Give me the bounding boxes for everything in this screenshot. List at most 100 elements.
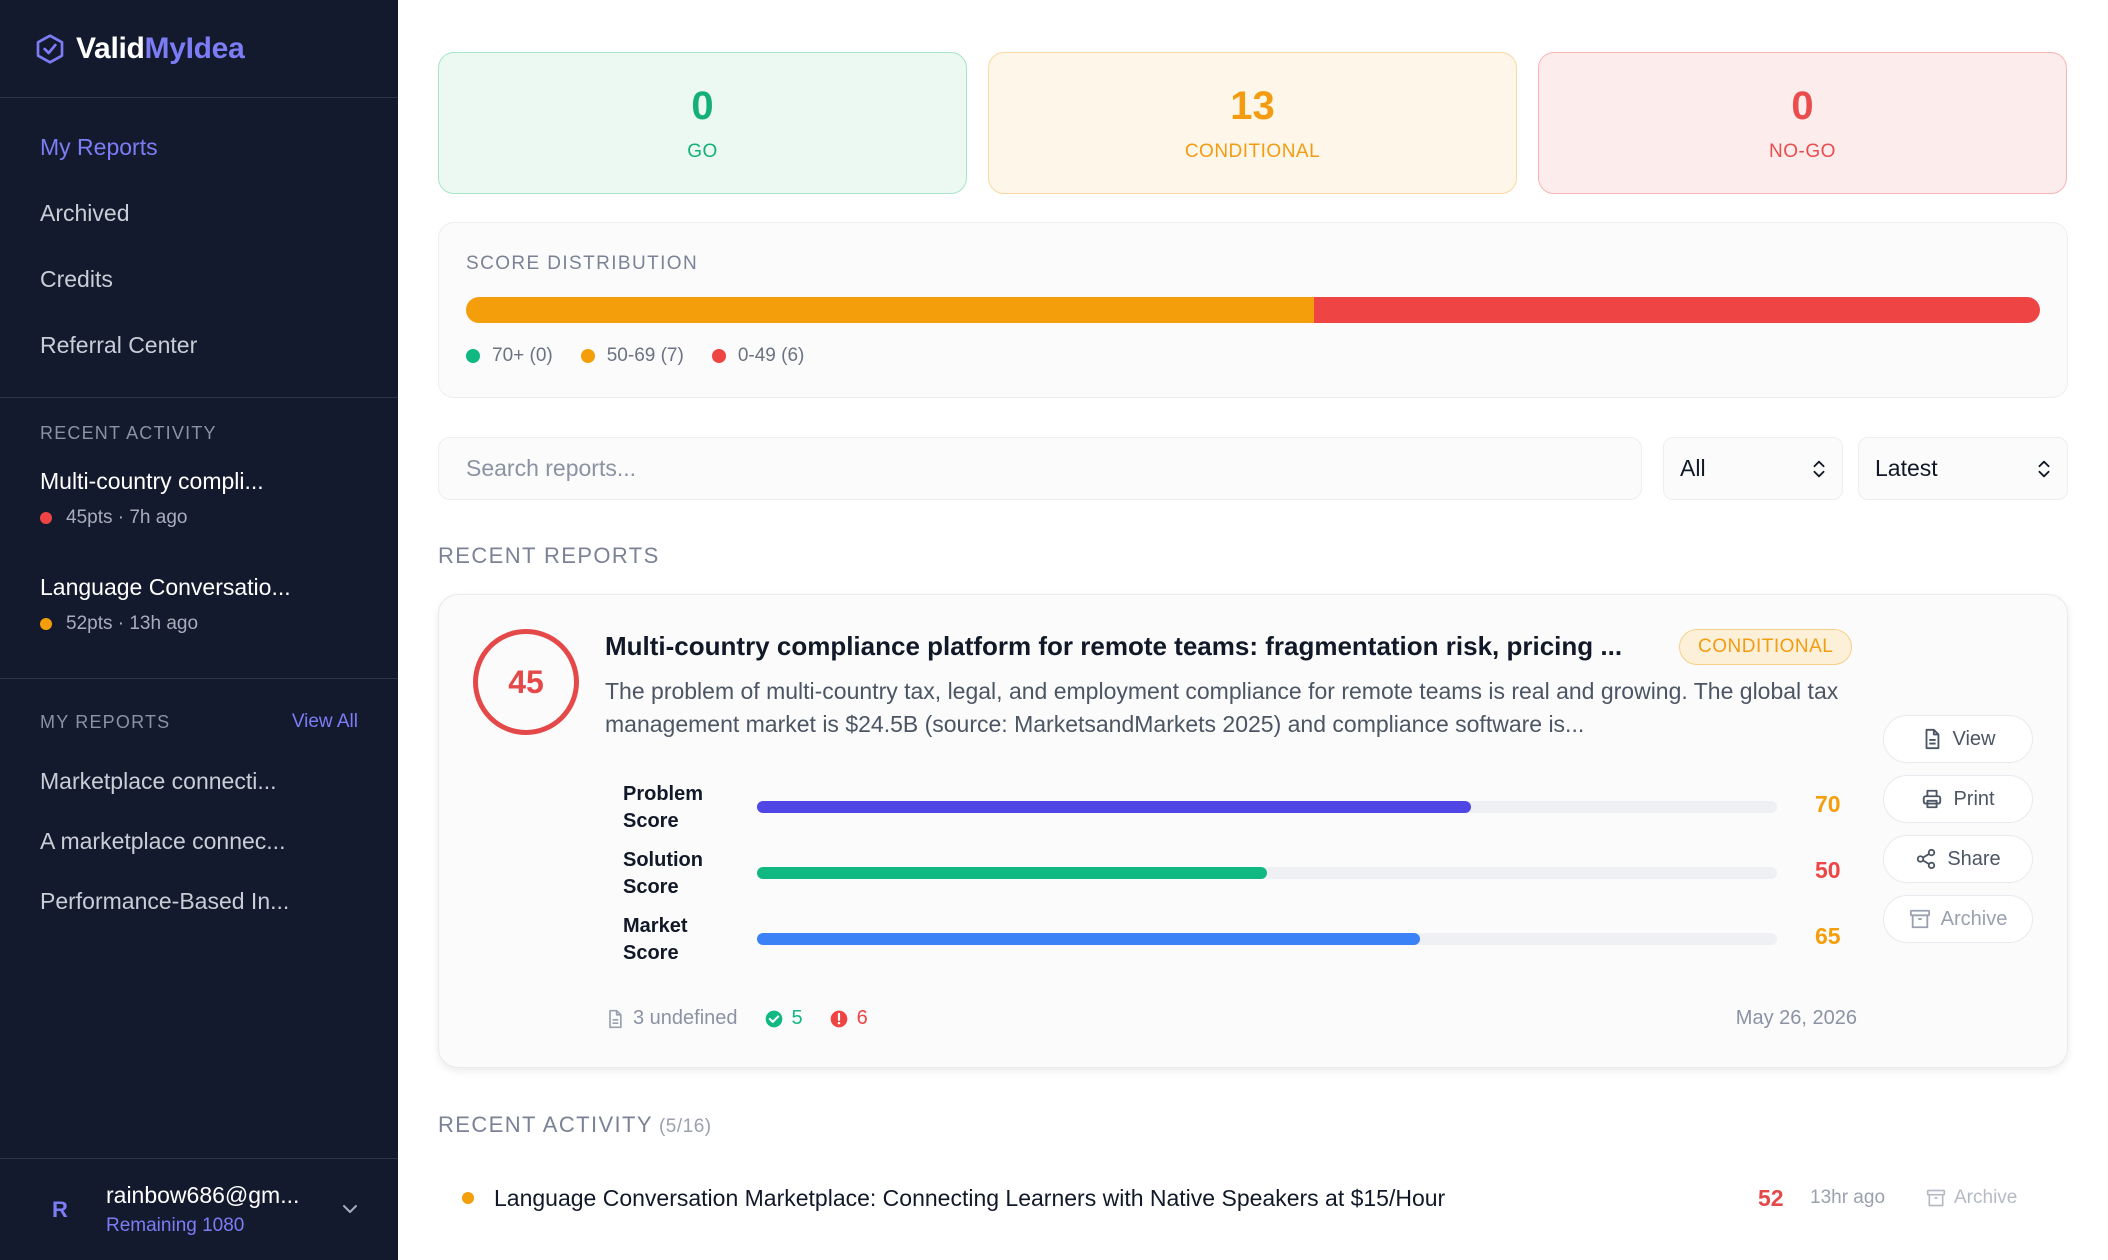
metric-market-score: Market Score 65 [623, 913, 1853, 973]
status-filter-select[interactable]: All [1663, 437, 1843, 500]
legend-item: 0-49 (6) [711, 345, 805, 367]
sidebar-my-reports: MY REPORTS View All Marketplace connecti… [0, 679, 398, 931]
nav-item-my-reports[interactable]: My Reports [0, 114, 398, 180]
report-card[interactable]: 45 Multi-country compliance platform for… [438, 594, 2068, 1068]
metric-bar [757, 933, 1420, 945]
view-button[interactable]: View [1883, 715, 2033, 763]
sidebar-recent-activity-header: RECENT ACTIVITY [0, 404, 398, 462]
activity-score: 52 [1758, 1184, 1784, 1211]
view-all-link[interactable]: View All [292, 711, 358, 733]
legend-item: 50-69 (7) [580, 345, 684, 367]
nav-item-archived[interactable]: Archived [0, 180, 398, 246]
score-distribution-legend: 70+ (0) 50-69 (7) 0-49 (6) [466, 345, 832, 367]
sidebar-activity-item[interactable]: Language Conversatio... 52pts · 13h ago [0, 568, 398, 674]
user-account[interactable]: R rainbow686@gm... Remaining 1080 [0, 1158, 398, 1260]
archive-icon [1926, 1189, 1946, 1207]
metric-label: Problem Score [623, 783, 704, 832]
print-button-label: Print [1953, 787, 1995, 810]
status-dot [40, 618, 52, 630]
report-footer: 3 undefined 5 6 [605, 1007, 894, 1030]
activity-title[interactable]: Language Conversation Marketplace: Conne… [494, 1185, 1445, 1212]
stat-nogo-value: 0 [1791, 83, 1814, 128]
sidebar-activity-title: Multi-country compli... [40, 468, 264, 494]
report-score-ring: 45 [473, 629, 579, 735]
score-distribution-title: SCORE DISTRIBUTION [466, 253, 699, 274]
stat-nogo-label: NO-GO [1769, 140, 1836, 162]
search-input[interactable] [438, 437, 1642, 500]
share-button[interactable]: Share [1883, 835, 2033, 883]
sidebar-section-title: MY REPORTS [40, 711, 171, 732]
alert-circle-icon [830, 1010, 848, 1027]
sidebar-report-item[interactable]: Marketplace connecti... [0, 751, 398, 811]
nav-item-referral-center[interactable]: Referral Center [0, 312, 398, 378]
status-filter-value: All [1680, 455, 1706, 481]
select-arrows-icon [1813, 460, 1825, 478]
user-credits-remaining: Remaining 1080 [106, 1215, 245, 1236]
sort-select[interactable]: Latest [1858, 437, 2068, 500]
status-badge: CONDITIONAL [1679, 629, 1853, 665]
pass-count-text: 5 [791, 1007, 803, 1029]
metric-value: 50 [1815, 857, 1841, 883]
legend-item: 70+ (0) [466, 345, 553, 367]
metric-bar [757, 867, 1267, 879]
fail-count-text: 6 [856, 1007, 868, 1029]
metric-track [757, 867, 1777, 879]
docs-count-text: 3 undefined [633, 1007, 738, 1029]
stat-go-value: 0 [691, 83, 714, 128]
chevron-down-icon[interactable] [338, 1197, 362, 1221]
sidebar-my-reports-header: MY REPORTS View All [0, 693, 398, 751]
stat-card-go[interactable]: 0 GO [438, 52, 967, 194]
recent-activity-count: (5/16) [658, 1116, 712, 1137]
sidebar-activity-meta: 52pts · 13h ago [40, 613, 358, 635]
sort-value: Latest [1875, 455, 1938, 481]
sidebar-recent-activity: RECENT ACTIVITY Multi-country compli... … [0, 398, 398, 679]
main-content: 0 GO 13 CONDITIONAL 0 NO-GO SCORE DISTRI… [398, 0, 2108, 1260]
archive-button-label: Archive [1940, 907, 2008, 930]
stat-conditional-value: 13 [1230, 83, 1275, 128]
metric-problem-score: Problem Score 70 [623, 781, 1853, 841]
printer-icon [1923, 789, 1942, 809]
share-button-label: Share [1947, 847, 2001, 870]
nav-item-credits[interactable]: Credits [0, 246, 398, 312]
report-title[interactable]: Multi-country compliance platform for re… [605, 631, 1622, 662]
metric-label: Solution Score [623, 849, 703, 898]
user-info: rainbow686@gm... Remaining 1080 [106, 1182, 299, 1237]
brand-logo[interactable]: ValidMyIdea [0, 0, 398, 98]
legend-dot [711, 349, 726, 363]
metric-value: 65 [1815, 923, 1841, 949]
legend-label: 0-49 (6) [737, 345, 805, 366]
stat-card-nogo[interactable]: 0 NO-GO [1538, 52, 2067, 194]
status-dot [462, 1192, 474, 1204]
check-circle-icon [765, 1010, 782, 1027]
report-date: May 26, 2026 [1735, 1007, 1857, 1029]
stat-conditional-label: CONDITIONAL [1184, 140, 1321, 162]
sidebar-report-item[interactable]: A marketplace connec... [0, 811, 398, 871]
legend-label: 70+ (0) [492, 345, 553, 366]
brand-name-part2: MyIdea [144, 31, 245, 65]
activity-archive-button[interactable]: Archive [1926, 1187, 2017, 1209]
legend-dot [580, 349, 595, 363]
sidebar-section-title: RECENT ACTIVITY [40, 422, 217, 443]
recent-reports-title: RECENT REPORTS [438, 543, 660, 568]
sidebar-activity-item[interactable]: Multi-country compli... 45pts · 7h ago [0, 462, 398, 568]
select-arrows-icon [2038, 460, 2050, 478]
print-button[interactable]: Print [1883, 775, 2033, 823]
share-icon [1917, 848, 1936, 870]
sidebar-report-item[interactable]: Performance-Based In... [0, 871, 398, 931]
stat-go-label: GO [687, 140, 718, 162]
user-email: rainbow686@gm... [106, 1182, 300, 1208]
stat-card-conditional[interactable]: 13 CONDITIONAL [988, 52, 1517, 194]
main-nav: My Reports Archived Credits Referral Cen… [0, 98, 398, 398]
sidebar-activity-meta: 45pts · 7h ago [40, 507, 358, 529]
metric-value: 70 [1815, 791, 1841, 817]
metric-label: Market Score [623, 915, 688, 964]
sidebar: ValidMyIdea My Reports Archived Credits … [0, 0, 398, 1260]
pass-count: 5 [764, 1007, 803, 1030]
archive-button[interactable]: Archive [1883, 895, 2033, 943]
distribution-segment [1313, 297, 2040, 323]
legend-dot [466, 349, 480, 363]
sidebar-activity-meta-text: 45pts · 7h ago [66, 507, 188, 528]
metric-track [757, 801, 1777, 813]
activity-row[interactable]: Language Conversation Marketplace: Conne… [438, 1170, 2068, 1226]
recent-activity-title: RECENT ACTIVITY (5/16) [438, 1112, 712, 1138]
